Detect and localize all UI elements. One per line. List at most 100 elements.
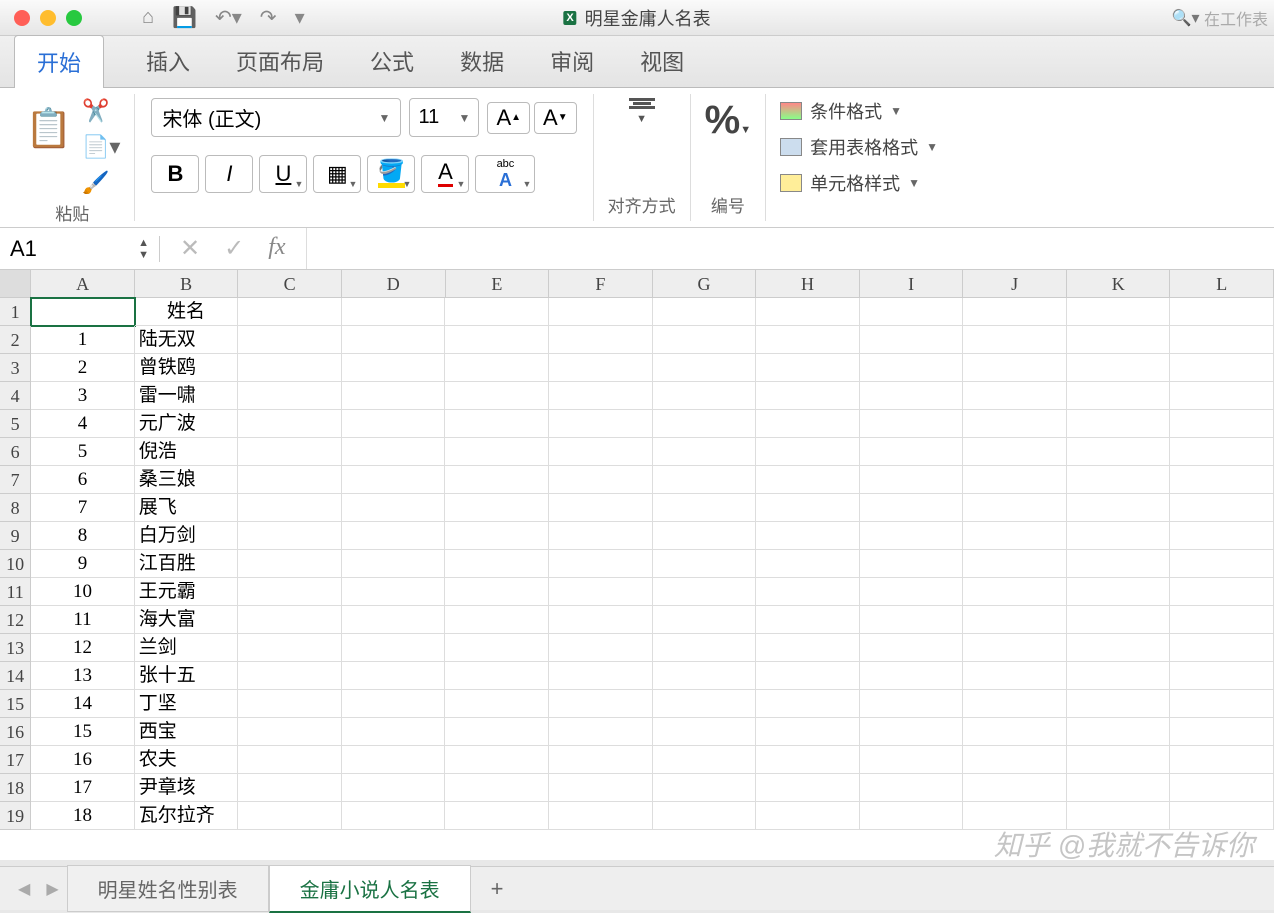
cell[interactable] — [445, 522, 549, 550]
cell[interactable] — [342, 578, 446, 606]
cell[interactable]: 尹章垓 — [135, 774, 239, 802]
increase-font-button[interactable]: A▲ — [487, 102, 530, 134]
sheet-nav-prev[interactable]: ◀ — [10, 879, 38, 899]
cell[interactable] — [963, 746, 1067, 774]
traffic-zoom[interactable] — [66, 10, 82, 26]
cell[interactable] — [445, 606, 549, 634]
row-header[interactable]: 16 — [0, 718, 31, 746]
cell[interactable] — [1067, 578, 1171, 606]
cell[interactable] — [238, 354, 342, 382]
cell[interactable] — [342, 354, 446, 382]
tab-formulas[interactable]: 公式 — [366, 35, 418, 87]
cell[interactable] — [653, 466, 757, 494]
cell[interactable] — [549, 550, 653, 578]
cell[interactable]: 曾铁鸥 — [135, 354, 239, 382]
cell[interactable] — [445, 550, 549, 578]
cell[interactable] — [963, 774, 1067, 802]
cell[interactable] — [342, 494, 446, 522]
conditional-format-button[interactable]: 条件格式 ▼ — [780, 98, 938, 124]
cell[interactable] — [963, 550, 1067, 578]
cell[interactable] — [445, 298, 549, 326]
cell[interactable] — [1170, 606, 1274, 634]
cell[interactable] — [1067, 522, 1171, 550]
cell[interactable] — [445, 466, 549, 494]
cell[interactable] — [756, 298, 860, 326]
row-header[interactable]: 3 — [0, 354, 31, 382]
cell[interactable] — [31, 298, 135, 326]
search-icon[interactable]: 🔍▾ — [1172, 8, 1200, 28]
cell[interactable] — [1170, 466, 1274, 494]
cell[interactable] — [653, 746, 757, 774]
cell[interactable] — [860, 550, 964, 578]
sheet-tab-1[interactable]: 明星姓名性别表 — [67, 865, 269, 912]
tab-view[interactable]: 视图 — [636, 35, 688, 87]
cell[interactable]: 王元霸 — [135, 578, 239, 606]
cell[interactable] — [756, 718, 860, 746]
fill-color-button[interactable]: 🪣▼ — [367, 155, 415, 193]
table-format-button[interactable]: 套用表格格式 ▼ — [780, 134, 938, 160]
cell[interactable]: 11 — [31, 606, 135, 634]
cell[interactable] — [1170, 578, 1274, 606]
cell[interactable] — [445, 634, 549, 662]
cell[interactable] — [653, 578, 757, 606]
sheet-nav-next[interactable]: ▶ — [38, 879, 66, 899]
cell[interactable] — [860, 382, 964, 410]
cell[interactable] — [1067, 354, 1171, 382]
fx-icon[interactable]: fx — [268, 234, 285, 263]
cell[interactable] — [1170, 774, 1274, 802]
cell[interactable] — [342, 662, 446, 690]
cell[interactable] — [238, 410, 342, 438]
phonetic-guide-button[interactable]: abcA▼ — [475, 155, 535, 193]
row-header[interactable]: 9 — [0, 522, 31, 550]
cell[interactable]: 倪浩 — [135, 438, 239, 466]
cell[interactable] — [756, 606, 860, 634]
column-header-A[interactable]: A — [31, 270, 135, 297]
cell[interactable] — [963, 718, 1067, 746]
cell[interactable] — [445, 802, 549, 830]
cell[interactable] — [653, 802, 757, 830]
row-header[interactable]: 7 — [0, 466, 31, 494]
traffic-minimize[interactable] — [40, 10, 56, 26]
cell[interactable] — [238, 298, 342, 326]
cell[interactable] — [963, 354, 1067, 382]
tab-insert[interactable]: 插入 — [142, 35, 194, 87]
cell[interactable] — [653, 382, 757, 410]
row-header[interactable]: 8 — [0, 494, 31, 522]
cell[interactable] — [549, 494, 653, 522]
row-header[interactable]: 12 — [0, 606, 31, 634]
cell[interactable] — [549, 662, 653, 690]
cell[interactable] — [1067, 606, 1171, 634]
cell[interactable]: 5 — [31, 438, 135, 466]
formula-bar[interactable] — [306, 228, 1274, 269]
cell[interactable]: 雷一啸 — [135, 382, 239, 410]
qat-customize-icon[interactable]: ▾ — [295, 5, 305, 30]
cell[interactable]: 张十五 — [135, 662, 239, 690]
cell[interactable]: 西宝 — [135, 718, 239, 746]
cell[interactable] — [860, 606, 964, 634]
cell[interactable] — [445, 382, 549, 410]
cell[interactable] — [342, 774, 446, 802]
cell[interactable]: 12 — [31, 634, 135, 662]
cell[interactable] — [445, 690, 549, 718]
cell[interactable] — [342, 298, 446, 326]
cell[interactable] — [549, 802, 653, 830]
cell[interactable] — [238, 746, 342, 774]
cell[interactable] — [1067, 662, 1171, 690]
cell[interactable] — [653, 690, 757, 718]
cell[interactable]: 白万剑 — [135, 522, 239, 550]
cell[interactable] — [549, 298, 653, 326]
cell[interactable] — [342, 606, 446, 634]
cell[interactable] — [445, 354, 549, 382]
cell[interactable]: 7 — [31, 494, 135, 522]
cell[interactable] — [860, 662, 964, 690]
cell[interactable] — [860, 718, 964, 746]
cell[interactable] — [963, 298, 1067, 326]
font-size-select[interactable]: 11▼ — [409, 98, 479, 137]
row-header[interactable]: 13 — [0, 634, 31, 662]
cell[interactable] — [238, 326, 342, 354]
cell[interactable] — [445, 718, 549, 746]
cell[interactable] — [342, 634, 446, 662]
cell[interactable] — [756, 354, 860, 382]
name-box[interactable]: A1 ▲▼ — [0, 236, 160, 262]
row-header[interactable]: 19 — [0, 802, 31, 830]
